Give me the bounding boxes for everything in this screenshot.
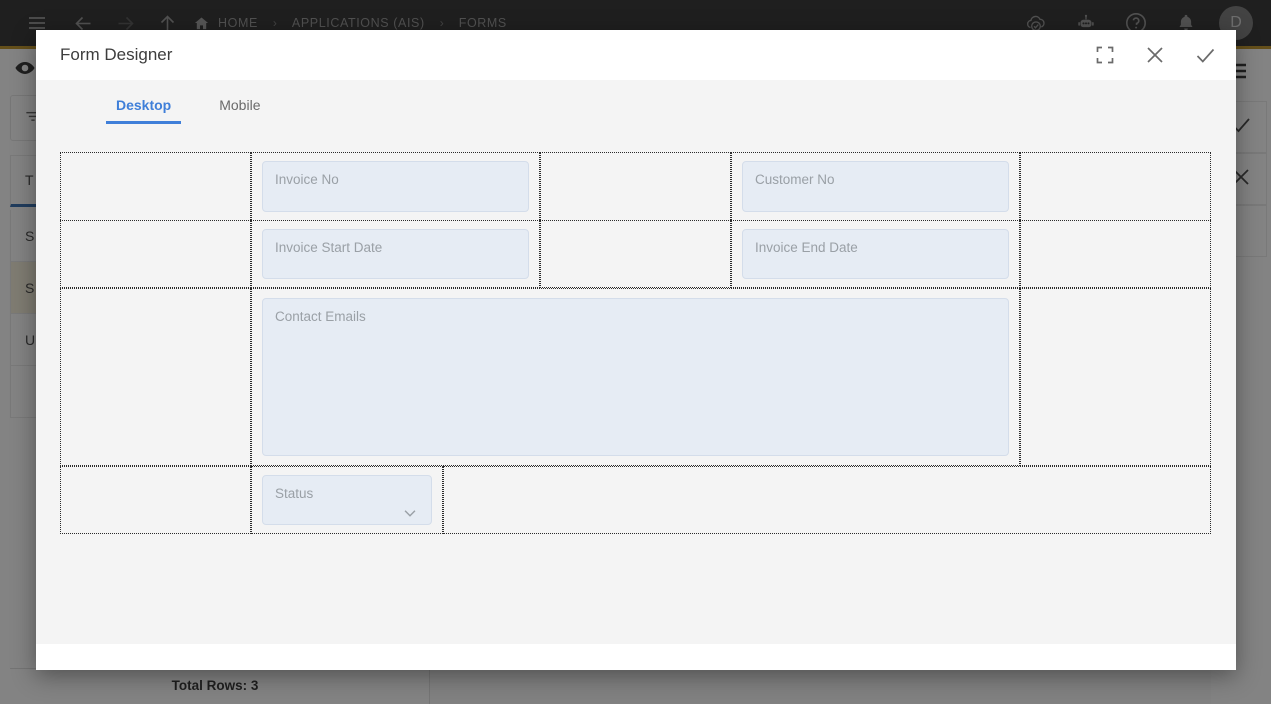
invoice-start-date-input[interactable]: Invoice Start Date	[262, 229, 529, 279]
grid-cell-invoice-end-date[interactable]: Invoice End Date	[731, 220, 1020, 288]
grid-cell-invoice-start-date[interactable]: Invoice Start Date	[251, 220, 540, 288]
tab-mobile[interactable]: Mobile	[209, 97, 270, 124]
expand-icon[interactable]	[1092, 42, 1118, 68]
grid-cell-empty[interactable]	[1020, 288, 1211, 466]
status-select[interactable]: Status	[262, 475, 432, 525]
grid-cell-empty[interactable]	[443, 466, 1211, 534]
grid-cell-empty[interactable]	[1020, 152, 1211, 220]
grid-cell-empty[interactable]	[60, 220, 251, 288]
grid-cell-empty[interactable]	[1020, 220, 1211, 288]
invoice-end-date-input[interactable]: Invoice End Date	[742, 229, 1009, 279]
dialog-footer	[36, 644, 1236, 670]
dialog-tabbar: Desktop Mobile	[36, 80, 1236, 124]
form-designer-dialog: Form Designer Desktop Mobile Invoice No …	[36, 30, 1236, 670]
grid-cell-invoice-no[interactable]: Invoice No	[251, 152, 540, 220]
close-icon[interactable]	[1142, 42, 1168, 68]
check-icon[interactable]	[1192, 42, 1218, 68]
invoice-no-input[interactable]: Invoice No	[262, 161, 529, 212]
customer-no-input[interactable]: Customer No	[742, 161, 1009, 212]
contact-emails-textarea[interactable]: Contact Emails	[262, 298, 1009, 456]
status-select-label: Status	[275, 486, 314, 501]
form-row: Invoice No Customer No	[60, 152, 1211, 220]
grid-cell-empty[interactable]	[60, 288, 251, 466]
form-row: Invoice Start Date Invoice End Date	[60, 220, 1211, 288]
grid-cell-status[interactable]: Status	[251, 466, 443, 534]
dialog-title: Form Designer	[60, 45, 173, 64]
form-row: Status	[60, 466, 1211, 534]
grid-cell-empty[interactable]	[540, 220, 731, 288]
dialog-actions	[1092, 42, 1218, 68]
dialog-header: Form Designer	[36, 30, 1236, 80]
grid-cell-contact-emails[interactable]: Contact Emails	[251, 288, 1020, 466]
chevron-down-icon	[401, 504, 419, 525]
tab-desktop[interactable]: Desktop	[106, 97, 182, 124]
grid-cell-empty[interactable]	[60, 466, 251, 534]
form-designer-canvas: Invoice No Customer No Invoice Start Dat…	[36, 124, 1236, 644]
form-row: Contact Emails	[60, 288, 1211, 466]
grid-cell-empty[interactable]	[540, 152, 731, 220]
grid-cell-customer-no[interactable]: Customer No	[731, 152, 1020, 220]
form-grid: Invoice No Customer No Invoice Start Dat…	[60, 152, 1211, 534]
grid-cell-empty[interactable]	[60, 152, 251, 220]
